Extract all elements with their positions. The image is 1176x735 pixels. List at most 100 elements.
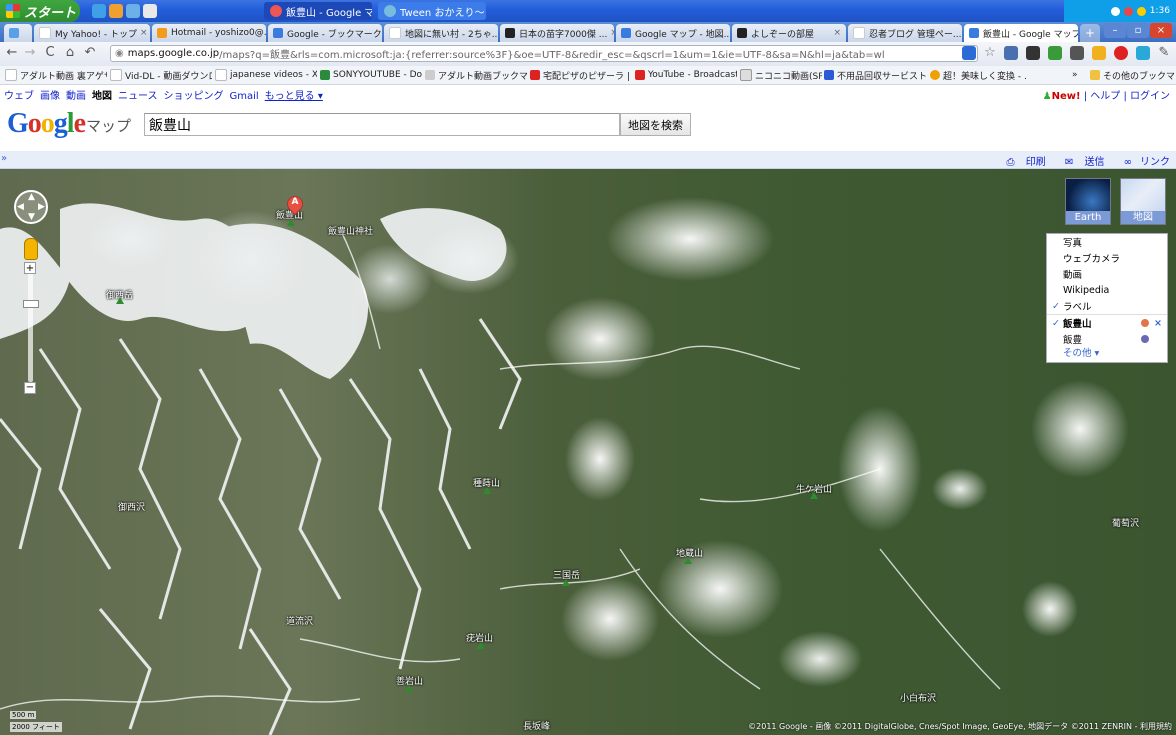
task-button-maps[interactable]: 飯豊山 - Google マッ... xyxy=(264,2,372,20)
bookmark-item[interactable]: アダルト動画 裏アゲサ... xyxy=(5,68,107,82)
zoom-slider-track[interactable] xyxy=(28,262,33,382)
bookmark-item[interactable]: 超！美味しく変換 - ... xyxy=(930,68,1026,82)
bookmark-item[interactable]: ニコニコ動画(SP1) xyxy=(740,68,822,82)
bookmark-item[interactable]: 宅配ピザのピザーラ | PI... xyxy=(530,68,632,82)
layers-more-button[interactable]: その他 ▾ xyxy=(1047,347,1167,361)
layer-photos[interactable]: 写真 xyxy=(1047,234,1167,250)
layer-videos[interactable]: 動画 xyxy=(1047,266,1167,282)
login-link[interactable]: ログイン xyxy=(1130,91,1170,102)
firefox-quicklaunch-icon[interactable] xyxy=(109,4,123,18)
label-koshirafusawa[interactable]: 小白布沢 xyxy=(900,691,936,704)
google-logo[interactable]: Google xyxy=(7,108,86,140)
layer-wikipedia[interactable]: Wikipedia xyxy=(1047,282,1167,298)
street-view-pegman-icon[interactable] xyxy=(24,238,38,260)
nav-video[interactable]: 動画 xyxy=(66,91,86,102)
nav-news[interactable]: ニュース xyxy=(118,91,158,102)
bookmark-item[interactable]: YouTube - Broadcast... xyxy=(635,68,737,82)
bookmark-item[interactable]: japanese videos - XV... xyxy=(215,68,317,82)
label-onishisawa[interactable]: 御西沢 xyxy=(118,500,145,513)
layer-search-iide[interactable]: 飯豊 xyxy=(1047,331,1167,347)
layer-webcams[interactable]: ウェブカメラ xyxy=(1047,250,1167,266)
label-nagasakamine[interactable]: 長坂峰 xyxy=(523,719,550,732)
layer-labels[interactable]: ✓ ラベル xyxy=(1047,298,1167,314)
bookmark-item[interactable]: SONYYOUTUBE - Do... xyxy=(320,68,422,82)
other-bookmarks[interactable]: その他のブックマーク xyxy=(1090,68,1174,82)
tab-close-icon[interactable]: × xyxy=(961,28,962,38)
nav-shopping[interactable]: ショッピング xyxy=(164,91,224,102)
link-link[interactable]: ∞ リンク xyxy=(1116,157,1170,168)
opera-icon[interactable] xyxy=(1114,46,1128,60)
new-tab-button[interactable]: + xyxy=(1080,24,1100,42)
new-link[interactable]: New! xyxy=(1052,91,1081,102)
task-button-tween[interactable]: Tween おかえり～ RT... xyxy=(378,2,486,20)
pan-control[interactable]: ▲ ▼ ◀ ▶ xyxy=(14,190,48,224)
expand-panel-icon[interactable]: » xyxy=(1,153,7,164)
tab-app[interactable] xyxy=(4,24,32,42)
nav-images[interactable]: 画像 xyxy=(40,91,60,102)
extension-icon[interactable] xyxy=(1026,46,1040,60)
media-quicklaunch-icon[interactable] xyxy=(126,4,140,18)
tab-2ch[interactable]: 地図に無い村 - 2ちゃ...× xyxy=(384,24,498,42)
address-bar[interactable]: ◉ maps.google.co.jp/maps?q=飯豊&rls=com.mic… xyxy=(110,45,978,62)
ie-quicklaunch-icon[interactable] xyxy=(92,4,106,18)
tab-google-bookmarks[interactable]: Google - ブックマーク× xyxy=(268,24,382,42)
extension-icon[interactable] xyxy=(1136,46,1150,60)
volume-icon[interactable] xyxy=(1136,6,1146,16)
remove-search-icon[interactable]: × xyxy=(1154,318,1162,329)
nav-gmail[interactable]: Gmail xyxy=(230,91,259,102)
map-type-map-button[interactable]: 地図 xyxy=(1120,178,1166,225)
nav-more[interactable]: もっと見る ▾ xyxy=(265,91,323,102)
tab-google-maps[interactable]: Google マップ - 地図...× xyxy=(616,24,730,42)
forward-button[interactable]: → xyxy=(22,45,38,61)
star-bookmark-icon[interactable]: ☆ xyxy=(982,45,998,61)
map-copyright[interactable]: ©2011 Google - 画像 ©2011 DigitalGlobe, Cn… xyxy=(748,721,1172,732)
satellite-map[interactable]: 飯豊山 飯豊山神社 御西岳 御西沢 種蒔山 三国岳 地蔵山 牛ケ岩山 疣岩山 道… xyxy=(0,169,1176,735)
ie-tab-icon[interactable] xyxy=(962,46,976,60)
zoom-out-button[interactable]: − xyxy=(24,382,36,394)
tab-yoshizo[interactable]: よしぞーの部屋 × xyxy=(732,24,846,42)
home-button[interactable]: ⌂ xyxy=(62,45,78,61)
tab-ninja-blog[interactable]: 忍者ブログ 管理ペー...× xyxy=(848,24,962,42)
label-michinagaresawa[interactable]: 道流沢 xyxy=(286,614,313,627)
minimize-button[interactable]: – xyxy=(1104,23,1126,38)
extension-icon[interactable] xyxy=(1092,46,1106,60)
tab-close-icon[interactable]: × xyxy=(607,28,614,38)
desktop-quicklaunch-icon[interactable] xyxy=(143,4,157,18)
wrench-icon[interactable]: ✎ xyxy=(1156,45,1172,61)
start-button[interactable]: スタート xyxy=(0,0,80,22)
extension-icon[interactable] xyxy=(1070,46,1084,60)
close-window-button[interactable]: × xyxy=(1150,23,1172,38)
zoom-slider-handle[interactable] xyxy=(23,300,39,308)
back-button[interactable]: ← xyxy=(4,45,20,61)
history-button[interactable]: ↶ xyxy=(82,45,98,61)
search-maps-button[interactable]: 地図を検索 xyxy=(620,113,691,136)
nav-web[interactable]: ウェブ xyxy=(4,91,34,102)
bookmarks-overflow-icon[interactable]: » xyxy=(1072,68,1082,82)
reload-button[interactable]: C xyxy=(42,45,58,61)
maximize-button[interactable]: ▫ xyxy=(1127,23,1149,38)
tab-close-icon[interactable]: × xyxy=(137,28,148,38)
network-icon[interactable] xyxy=(1110,6,1120,16)
layer-search-iidesan[interactable]: ✓ 飯豊山 × xyxy=(1047,315,1167,331)
extension-icon[interactable] xyxy=(1048,46,1062,60)
search-input[interactable] xyxy=(144,113,620,136)
nav-maps[interactable]: 地図 xyxy=(92,91,112,102)
pan-right-icon[interactable]: ▶ xyxy=(38,202,45,212)
send-link[interactable]: ✉ 送信 xyxy=(1057,157,1105,168)
bookmark-item[interactable]: アダルト動画ブックマーク... xyxy=(425,68,527,82)
help-link[interactable]: ヘルプ xyxy=(1090,91,1120,102)
pan-down-icon[interactable]: ▼ xyxy=(28,212,35,222)
bookmark-item[interactable]: Vid-DL - 動画ダウンロ... xyxy=(110,68,212,82)
print-link[interactable]: ⎙ 印刷 xyxy=(999,157,1046,168)
pan-left-icon[interactable]: ◀ xyxy=(17,202,24,212)
map-type-earth-button[interactable]: Earth xyxy=(1065,178,1111,225)
bookmark-item[interactable]: 不用品回収サービスト... xyxy=(824,68,926,82)
label-iidesan-jinja[interactable]: 飯豊山神社 xyxy=(328,224,373,237)
tab-hotmail[interactable]: Hotmail - yoshizo0@...× xyxy=(152,24,266,42)
pan-up-icon[interactable]: ▲ xyxy=(28,192,35,202)
tab-close-icon[interactable]: × xyxy=(830,28,841,38)
tab-myoji[interactable]: 日本の苗字7000傑 ...× xyxy=(500,24,614,42)
tab-yahoo[interactable]: My Yahoo! - トップ × xyxy=(34,24,150,42)
tab-iidesan-active[interactable]: 飯豊山 - Google マップ× xyxy=(964,24,1078,42)
extension-icon[interactable] xyxy=(1004,46,1018,60)
